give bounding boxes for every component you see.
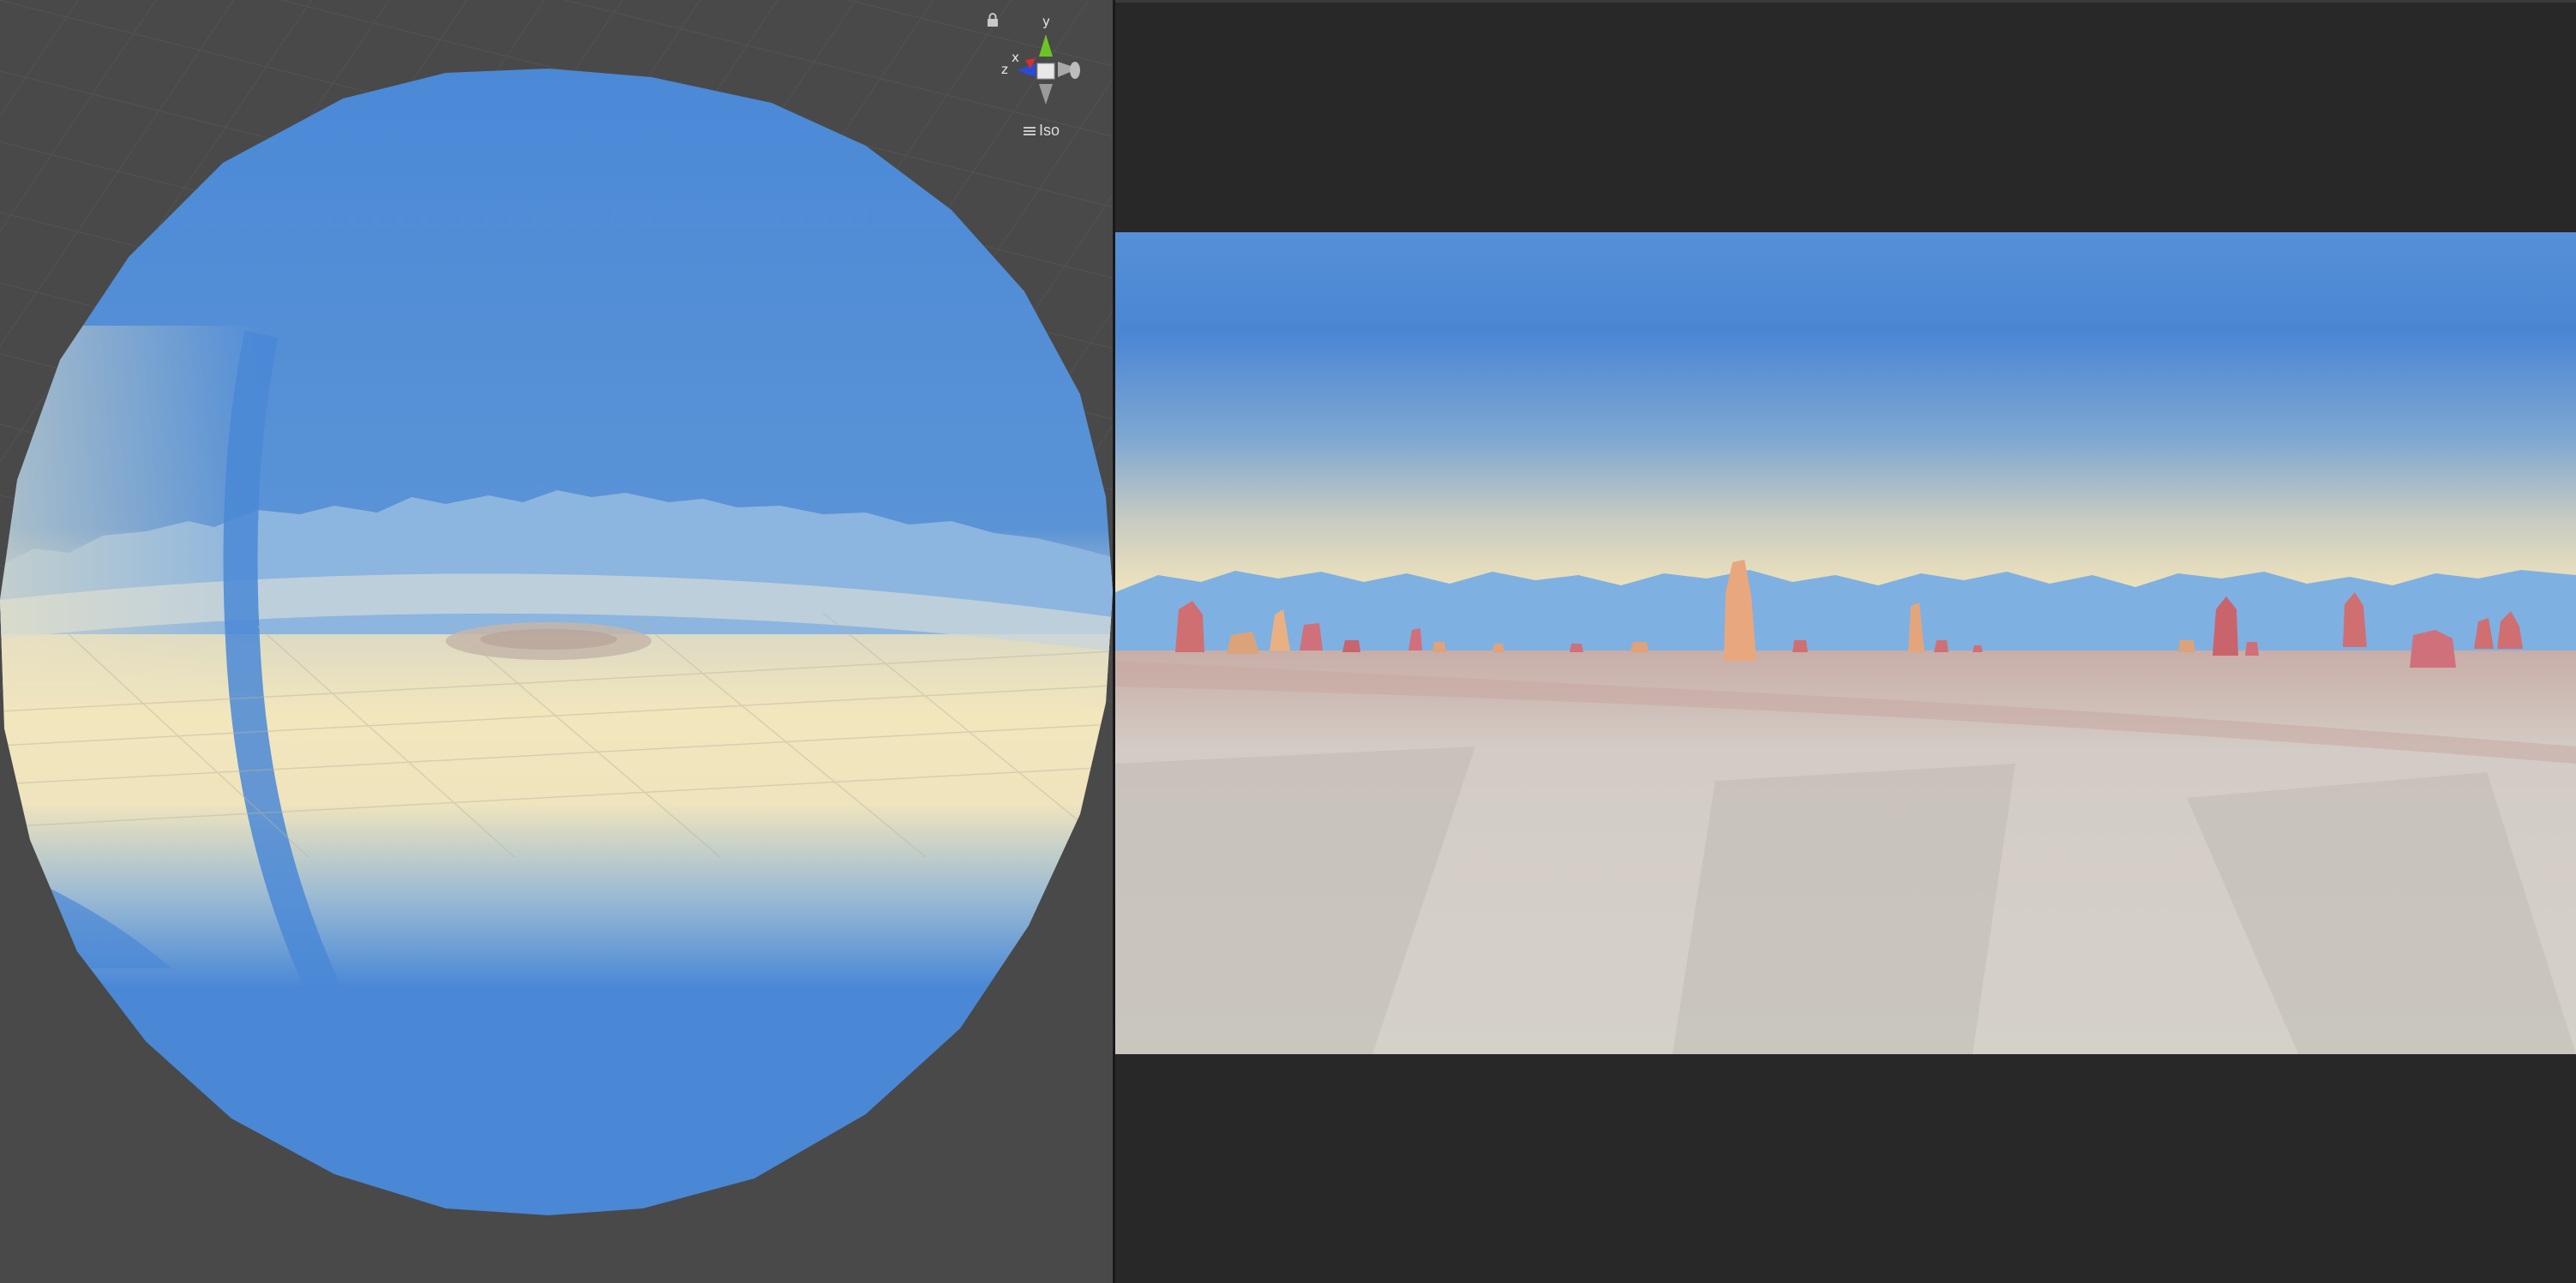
game-render [1115, 232, 2576, 1054]
game-render-frame[interactable] [1115, 232, 2576, 1054]
game-view-top-edge [1115, 0, 2576, 3]
game-view[interactable] [1115, 0, 2576, 1283]
axis-z-label[interactable]: z [1001, 62, 1008, 77]
axis-y-label[interactable]: y [1042, 14, 1050, 29]
projection-toggle[interactable]: Iso [1024, 122, 1060, 140]
axis-x-label[interactable]: x [1012, 50, 1019, 65]
lock-icon[interactable] [986, 12, 1000, 27]
scene-view[interactable]: y x z Iso [0, 0, 1113, 1283]
editor-workspace: y x z Iso [0, 0, 2576, 1283]
projection-label: Iso [1039, 122, 1060, 139]
orientation-gizmo[interactable]: y x z Iso [986, 12, 1106, 141]
scene-viewport[interactable] [0, 0, 1113, 1283]
hamburger-menu-icon [1024, 126, 1036, 135]
